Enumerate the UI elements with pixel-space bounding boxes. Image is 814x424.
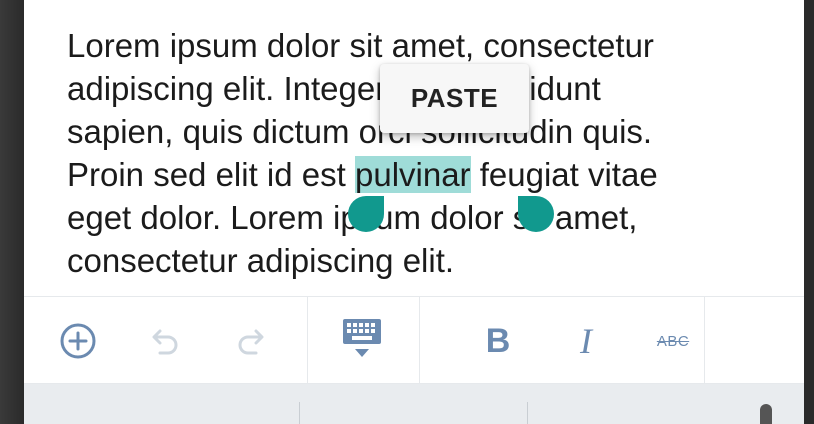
italic-icon: I (580, 321, 592, 361)
add-button[interactable] (56, 319, 100, 363)
toolbar-group-insert-history (24, 297, 308, 384)
text-line-1: Lorem ipsum dolor sit amet, consectetur (67, 27, 654, 64)
text-editor[interactable]: Lorem ipsum dolor sit amet, consectetur … (24, 0, 804, 296)
editor-text[interactable]: Lorem ipsum dolor sit amet, consectetur … (67, 24, 767, 282)
keyboard-area (24, 384, 804, 424)
keyboard-hide-icon (343, 319, 381, 357)
screen: Lorem ipsum dolor sit amet, consectetur … (24, 0, 804, 424)
redo-button[interactable] (231, 319, 275, 363)
add-circle-icon (60, 323, 96, 359)
strikethrough-icon: ABC (656, 332, 690, 350)
key-divider (527, 402, 528, 424)
toolbar-group-text-style: B I ABC (419, 297, 705, 384)
paste-button[interactable]: PASTE (380, 64, 529, 133)
bold-button[interactable]: B (476, 319, 520, 363)
toolbar-group-keyboard (307, 297, 420, 384)
selected-text[interactable]: pulvinar (354, 156, 471, 193)
key-divider (299, 402, 300, 424)
text-line-6: consectetur adipiscing elit. (67, 242, 455, 279)
selection-start-handle[interactable] (348, 196, 384, 232)
text-line-3: sapien, quis dictum orci sollicitudin qu… (67, 113, 653, 150)
strikethrough-button[interactable]: ABC (651, 319, 695, 363)
undo-icon (152, 329, 178, 355)
hide-keyboard-button[interactable] (340, 317, 384, 361)
text-line-4: Proin sed elit id est pulvinar feugiat v… (67, 156, 658, 193)
undo-button[interactable] (141, 319, 185, 363)
redo-icon (238, 329, 264, 355)
selection-end-handle[interactable] (518, 196, 554, 232)
formatting-toolbar: B I ABC (24, 296, 804, 384)
bold-icon: B (485, 321, 511, 360)
keyboard-key-partial[interactable] (760, 404, 772, 424)
italic-button[interactable]: I (564, 319, 608, 363)
